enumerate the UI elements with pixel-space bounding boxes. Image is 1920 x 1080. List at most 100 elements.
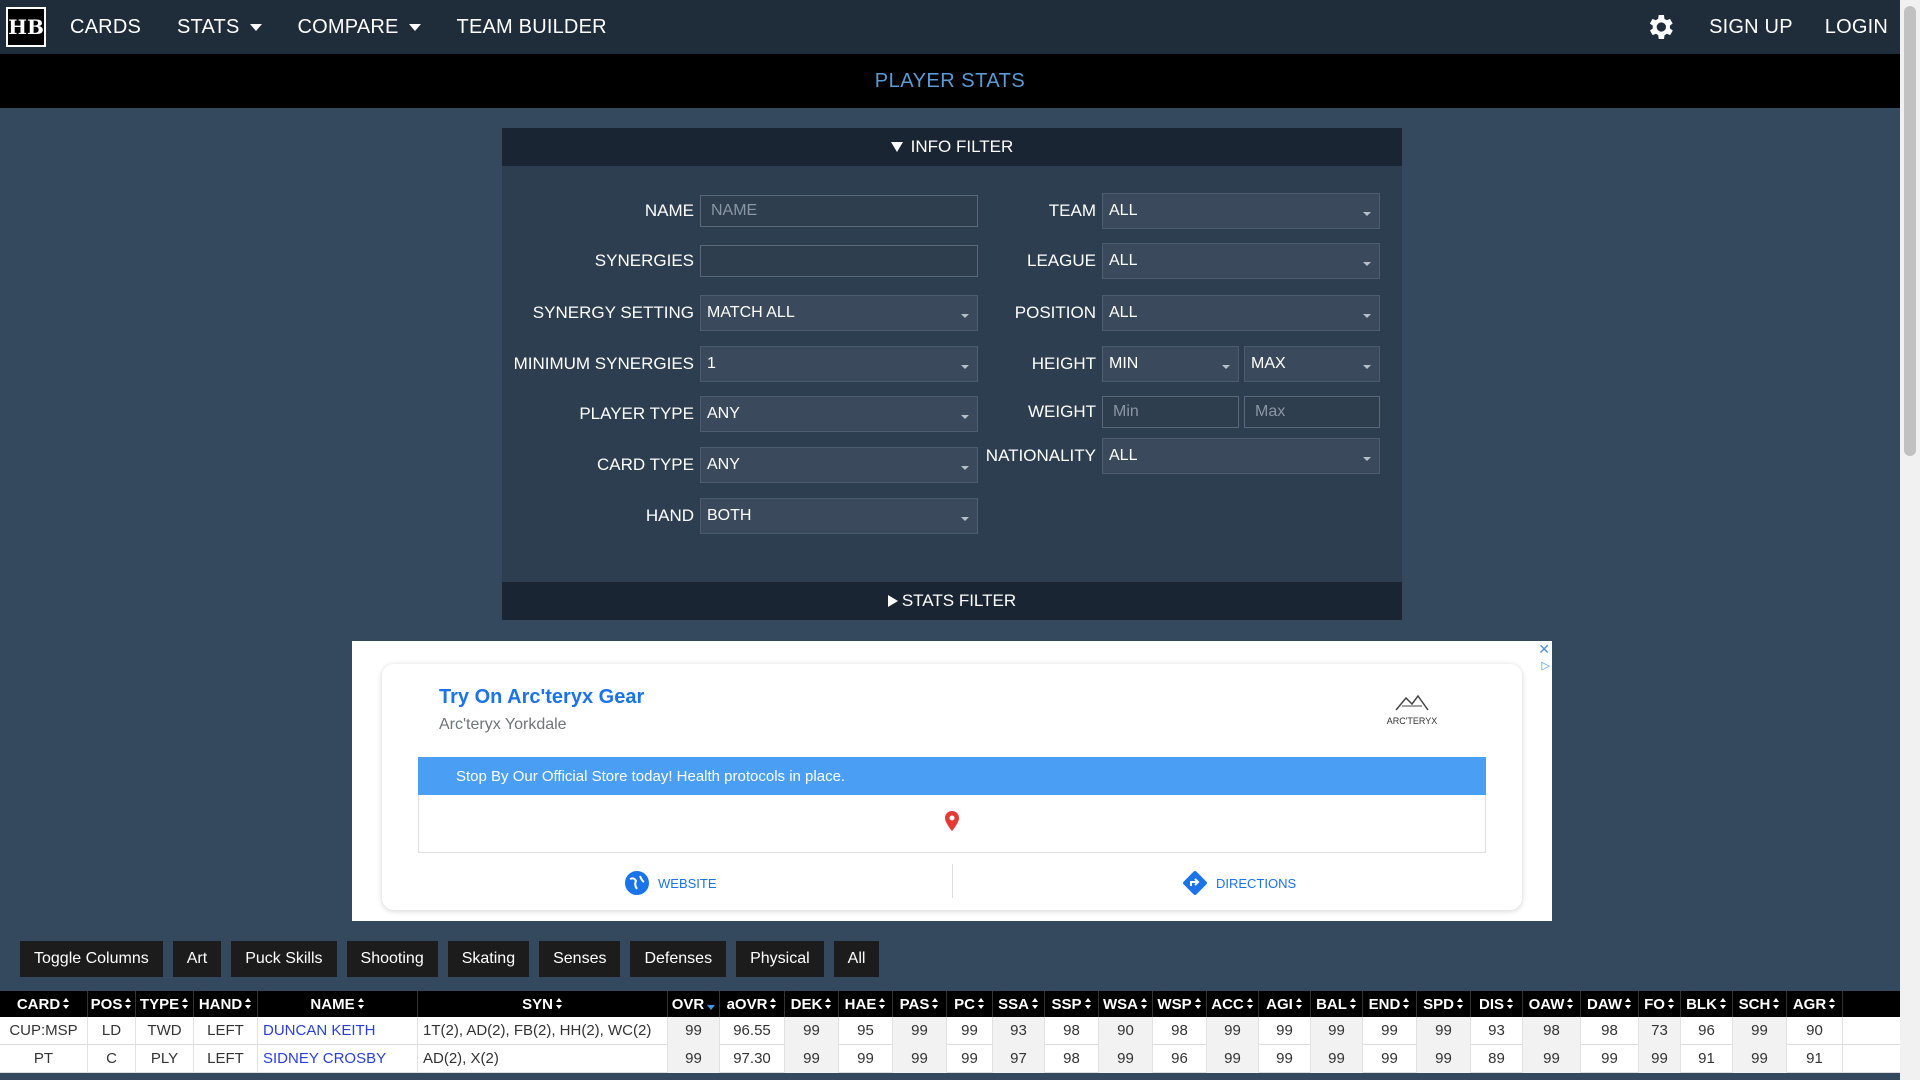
card-type-select[interactable]: ANY [700, 447, 978, 483]
column-header-hand[interactable]: HAND [194, 991, 258, 1017]
column-header-fo[interactable]: FO [1639, 991, 1681, 1017]
column-header-name[interactable]: NAME [258, 991, 418, 1017]
column-header-acc[interactable]: ACC [1207, 991, 1259, 1017]
column-header-blk[interactable]: BLK [1681, 991, 1733, 1017]
player-type-value: ANY [707, 405, 740, 422]
player-name-link[interactable]: SIDNEY CROSBY [258, 1044, 418, 1073]
toggle-senses-button[interactable]: Senses [539, 941, 621, 977]
table-cell: 98 [1523, 1016, 1581, 1045]
dropdown-arrow-icon [961, 365, 969, 369]
column-header-dis[interactable]: DIS [1471, 991, 1523, 1017]
column-header-ssp[interactable]: SSP [1045, 991, 1099, 1017]
synergy-setting-select[interactable]: MATCH ALL [700, 295, 978, 331]
page-scrollbar[interactable] [1900, 0, 1920, 1080]
toggle-skating-button[interactable]: Skating [447, 941, 530, 977]
column-header-label: DEK [790, 995, 823, 1013]
ad-close-icon[interactable]: ✕ [1538, 641, 1550, 658]
height-min-select[interactable]: MIN [1102, 346, 1239, 382]
column-header-spd[interactable]: SPD [1417, 991, 1471, 1017]
ad-map-box[interactable] [418, 795, 1486, 853]
column-header-aovr[interactable]: aOVR [720, 991, 785, 1017]
ad-banner[interactable]: Stop By Our Official Store today! Health… [418, 757, 1486, 795]
chevron-down-icon [249, 23, 262, 31]
player-type-select[interactable]: ANY [700, 396, 978, 432]
column-header-label: BLK [1686, 995, 1717, 1013]
sort-icon [1084, 998, 1092, 1010]
page-title: PLAYER STATS [874, 69, 1026, 92]
nav-compare[interactable]: COMPARE [298, 16, 421, 39]
team-select[interactable]: ALL [1102, 193, 1380, 229]
top-navbar: HB CARDS STATS COMPARE TEAM BUILDER SIGN… [0, 0, 1900, 54]
table-cell: 99 [1417, 1044, 1471, 1073]
nav-stats[interactable]: STATS [177, 16, 262, 39]
nav-cards[interactable]: CARDS [70, 16, 141, 39]
signup-link[interactable]: SIGN UP [1709, 16, 1793, 39]
name-input[interactable]: NAME [700, 195, 978, 227]
column-header-wsa[interactable]: WSA [1099, 991, 1153, 1017]
column-header-label: AGI [1266, 995, 1293, 1013]
card-type-value: ANY [707, 456, 740, 473]
column-header-bal[interactable]: BAL [1311, 991, 1363, 1017]
table-cell: AD(2), X(2) [418, 1044, 668, 1073]
table-cell: CUP:MSP [0, 1016, 88, 1045]
table-cell: 99 [668, 1044, 720, 1073]
hand-select[interactable]: BOTH [700, 498, 978, 534]
ad-website-button[interactable]: WEBSITE [624, 870, 717, 896]
column-header-agi[interactable]: AGI [1259, 991, 1311, 1017]
column-header-ovr[interactable]: OVR [668, 991, 720, 1017]
team-label: TEAM [1048, 201, 1096, 220]
login-link[interactable]: LOGIN [1825, 16, 1888, 39]
weight-max-input[interactable]: Max [1244, 396, 1380, 428]
column-header-end[interactable]: END [1363, 991, 1417, 1017]
column-header-hae[interactable]: HAE [839, 991, 893, 1017]
column-header-pos[interactable]: POS [88, 991, 136, 1017]
toggle-defenses-button[interactable]: Defenses [630, 941, 727, 977]
position-select[interactable]: ALL [1102, 295, 1380, 331]
stats-filter-toggle[interactable]: STATS FILTER [502, 582, 1402, 620]
league-select[interactable]: ALL [1102, 243, 1380, 279]
column-header-label: HAE [844, 995, 877, 1013]
height-max-value: MAX [1251, 355, 1286, 372]
nav-team-builder[interactable]: TEAM BUILDER [457, 16, 607, 39]
column-header-dek[interactable]: DEK [785, 991, 839, 1017]
column-header-daw[interactable]: DAW [1581, 991, 1639, 1017]
toggle-puck-skills-button[interactable]: Puck Skills [231, 941, 337, 977]
synergies-input[interactable] [700, 245, 978, 277]
nationality-select[interactable]: ALL [1102, 438, 1380, 474]
column-header-oaw[interactable]: OAW [1523, 991, 1581, 1017]
column-header-card[interactable]: CARD [0, 991, 88, 1017]
scrollbar-thumb[interactable] [1904, 6, 1916, 456]
table-row[interactable]: CUP:MSP LD TWD LEFT DUNCAN KEITH 1T(2), AD(2)… [0, 1016, 1900, 1045]
toggle-all-button[interactable]: All [833, 941, 880, 977]
info-filter-toggle[interactable]: INFO FILTER [502, 128, 1402, 166]
player-name-link[interactable]: DUNCAN KEITH [258, 1016, 418, 1045]
column-header-agr[interactable]: AGR [1787, 991, 1843, 1017]
toggle-shooting-button[interactable]: Shooting [346, 941, 438, 977]
toggle-columns-button[interactable]: Toggle Columns [20, 941, 163, 977]
column-header-pas[interactable]: PAS [893, 991, 947, 1017]
column-header-pc[interactable]: PC [947, 991, 993, 1017]
sort-icon [1194, 998, 1202, 1010]
table-cell: 99 [1581, 1044, 1639, 1073]
ad-website-label: WEBSITE [658, 875, 717, 891]
gear-icon[interactable] [1643, 10, 1677, 44]
ad-card[interactable]: Try On Arc'teryx Gear Arc'teryx Yorkdale… [382, 664, 1522, 910]
height-max-select[interactable]: MAX [1244, 346, 1380, 382]
column-header-ssa[interactable]: SSA [993, 991, 1045, 1017]
toggle-art-button[interactable]: Art [172, 941, 222, 977]
column-header-type[interactable]: TYPE [136, 991, 194, 1017]
minimum-synergies-select[interactable]: 1 [700, 346, 978, 382]
column-header-label: ACC [1211, 995, 1244, 1013]
weight-min-input[interactable]: Min [1102, 396, 1239, 428]
league-value: ALL [1109, 252, 1138, 269]
toggle-physical-button[interactable]: Physical [736, 941, 824, 977]
column-header-wsp[interactable]: WSP [1153, 991, 1207, 1017]
ad-choices-icon[interactable]: ▷ [1542, 659, 1550, 672]
ad-directions-button[interactable]: DIRECTIONS [1182, 870, 1296, 896]
sort-icon [125, 998, 132, 1010]
table-row[interactable]: PT C PLY LEFT SIDNEY CROSBY AD(2), X(2) 99 97.3… [0, 1044, 1900, 1073]
column-header-syn[interactable]: SYN [418, 991, 668, 1017]
site-logo[interactable]: HB [6, 7, 46, 47]
ad-title[interactable]: Try On Arc'teryx Gear [439, 686, 644, 709]
column-header-sch[interactable]: SCH [1733, 991, 1787, 1017]
